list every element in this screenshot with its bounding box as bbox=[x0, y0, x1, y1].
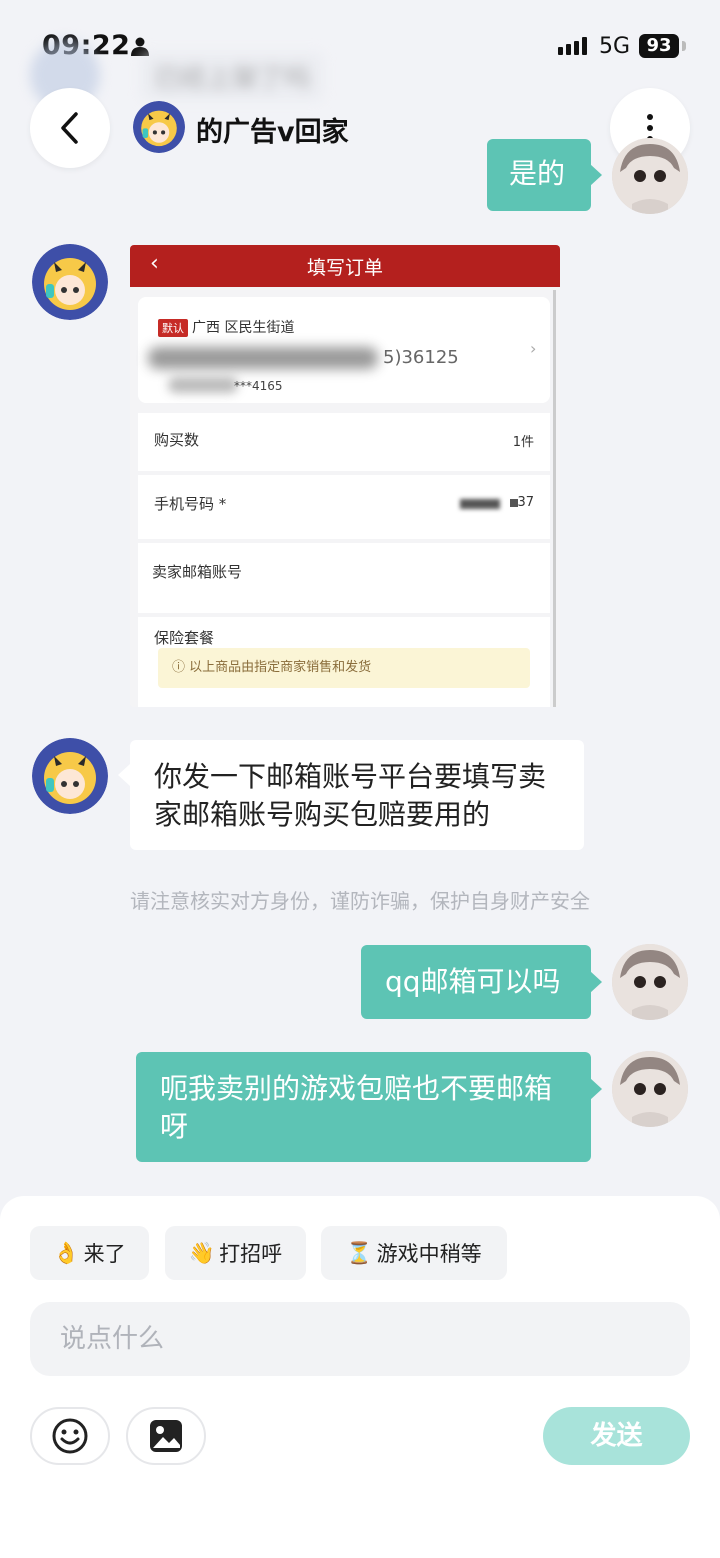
portrait-avatar-icon bbox=[612, 944, 688, 1020]
chat-title: 的广告v回家 bbox=[196, 117, 349, 148]
blurred-text: 已经上架了吗 bbox=[140, 52, 325, 101]
row-value: 1件 bbox=[512, 435, 534, 450]
bubble-tail bbox=[590, 971, 602, 993]
quick-reply-coming[interactable]: 👌 来了 bbox=[30, 1226, 149, 1280]
quick-reply-label: 游戏中稍等 bbox=[376, 1242, 482, 1266]
scrollbar bbox=[553, 290, 556, 707]
masked-phone: ***4165 bbox=[234, 379, 283, 393]
ok-hand-icon: 👌 bbox=[53, 1240, 80, 1265]
portrait-avatar-icon bbox=[612, 1051, 688, 1127]
message-image-order-screenshot[interactable]: ‹ 填写订单 默认 广西 区民生街道 5)36125 ***4165 › 购买数… bbox=[130, 245, 560, 707]
quick-reply-label: 打招呼 bbox=[219, 1242, 283, 1266]
address-card: 默认 广西 区民生街道 5)36125 ***4165 › bbox=[138, 297, 550, 403]
order-title: 填写订单 bbox=[306, 257, 383, 279]
anime-avatar-icon bbox=[32, 738, 108, 814]
chevron-right-icon: › bbox=[530, 339, 537, 358]
bubble-tail bbox=[590, 1078, 602, 1100]
order-title-bar: ‹ 填写订单 bbox=[130, 245, 560, 287]
default-tag: 默认 bbox=[158, 319, 188, 337]
contact-message-avatar[interactable] bbox=[32, 738, 108, 814]
chevron-left-icon bbox=[61, 112, 78, 144]
redacted-scribble bbox=[148, 347, 378, 369]
anime-avatar-icon bbox=[133, 101, 185, 153]
message-bubble-outgoing[interactable]: 是的 bbox=[487, 139, 591, 211]
composer-panel: 👌 来了 👋 打招呼 ⏳ 游戏中稍等 说点什么 发送 bbox=[0, 1196, 720, 1558]
redacted-scribble bbox=[168, 377, 238, 393]
quick-reply-label: 来了 bbox=[83, 1242, 126, 1266]
message-input[interactable]: 说点什么 bbox=[30, 1302, 690, 1376]
row-label: 保险套餐 bbox=[154, 629, 215, 647]
smiley-icon bbox=[52, 1418, 88, 1454]
message-bubble-incoming[interactable]: 你发一下邮箱账号平台要填写卖家邮箱账号购买包赔要用的 bbox=[130, 740, 584, 850]
row-label: 手机号码 * bbox=[154, 495, 227, 513]
message-bubble-outgoing[interactable]: 呃我卖别的游戏包赔也不要邮箱呀 bbox=[136, 1052, 591, 1162]
image-icon bbox=[150, 1420, 182, 1452]
bubble-tail bbox=[590, 164, 602, 186]
address-text: 广西 区民生街道 bbox=[192, 320, 295, 336]
anime-avatar-icon bbox=[32, 244, 108, 320]
send-button[interactable]: 发送 bbox=[543, 1407, 690, 1465]
quick-reply-wait[interactable]: ⏳ 游戏中稍等 bbox=[321, 1226, 507, 1280]
row-value: 37 bbox=[517, 495, 534, 510]
contact-message-avatar[interactable] bbox=[32, 244, 108, 320]
network-type: 5G bbox=[599, 34, 631, 59]
my-avatar[interactable] bbox=[612, 138, 688, 214]
battery-tip bbox=[682, 41, 686, 51]
battery-icon: 93 bbox=[639, 34, 679, 58]
row-label: 卖家邮箱账号 bbox=[152, 563, 243, 581]
info-icon: ⓘ bbox=[172, 660, 190, 675]
bubble-tail bbox=[118, 764, 130, 786]
safety-tip: 请注意核实对方身份，谨防诈骗，保护自身财产安全 bbox=[130, 889, 590, 913]
order-row-quantity: 购买数 1件 bbox=[138, 413, 550, 471]
image-button[interactable] bbox=[126, 1407, 206, 1465]
seller-notice: ⓘ 以上商品由指定商家销售和发货 bbox=[158, 648, 530, 688]
portrait-avatar-icon bbox=[612, 138, 688, 214]
my-avatar[interactable] bbox=[612, 944, 688, 1020]
phone-fragment: 5)36125 bbox=[383, 347, 459, 368]
redacted-scribble bbox=[460, 499, 500, 509]
message-text: 你发一下邮箱账号平台要填写卖家邮箱账号购买包赔要用的 bbox=[154, 760, 547, 831]
hourglass-icon: ⏳ bbox=[346, 1240, 373, 1265]
row-label: 购买数 bbox=[154, 431, 200, 449]
order-row-seller-email: 卖家邮箱账号 bbox=[138, 543, 550, 613]
back-button[interactable] bbox=[30, 88, 110, 168]
emoji-button[interactable] bbox=[30, 1407, 110, 1465]
message-text: 呃我卖别的游戏包赔也不要邮箱呀 bbox=[160, 1072, 553, 1143]
my-avatar[interactable] bbox=[612, 1051, 688, 1127]
contact-avatar[interactable] bbox=[133, 101, 185, 153]
message-bubble-outgoing[interactable]: qq邮箱可以吗 bbox=[361, 945, 591, 1019]
message-text: qq邮箱可以吗 bbox=[385, 965, 561, 998]
notice-text: 以上商品由指定商家销售和发货 bbox=[189, 660, 372, 675]
signal-icon bbox=[558, 37, 587, 55]
message-text: 是的 bbox=[509, 157, 566, 190]
order-row-phone: 手机号码 * 37 bbox=[138, 475, 550, 539]
quick-reply-greet[interactable]: 👋 打招呼 bbox=[165, 1226, 306, 1280]
waving-hand-icon: 👋 bbox=[188, 1240, 216, 1265]
